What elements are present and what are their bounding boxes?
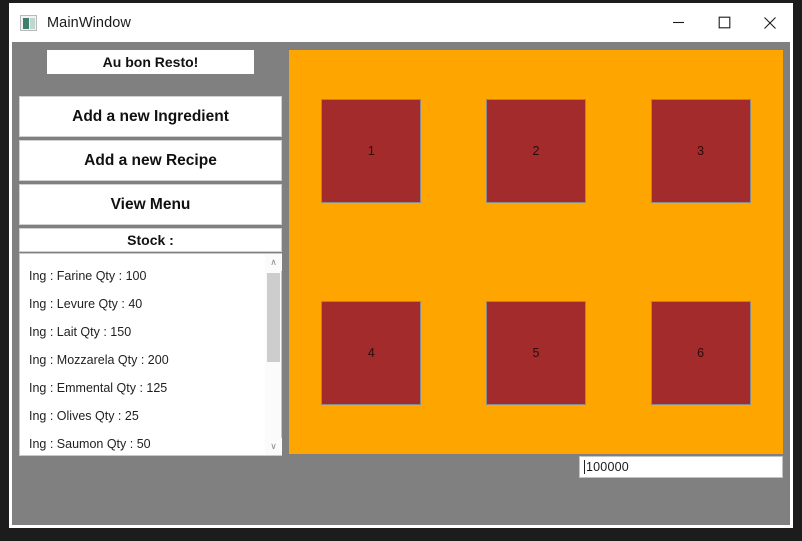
scroll-down-icon[interactable]: ∨: [265, 438, 282, 455]
recipe-canvas: 1 2 3 4 5 6: [289, 50, 783, 454]
text-caret: [584, 460, 585, 474]
recipe-tile[interactable]: 5: [485, 301, 586, 405]
close-button[interactable]: [747, 3, 793, 42]
recipe-tile[interactable]: 6: [650, 301, 751, 405]
sidebar: Au bon Resto! Add a new Ingredient Add a…: [19, 50, 282, 456]
list-item[interactable]: Ing : Saumon Qty : 50: [29, 430, 264, 455]
recipe-tile[interactable]: 4: [321, 301, 422, 405]
stock-list-scrollbar[interactable]: ∧ ∨: [264, 254, 282, 455]
list-item[interactable]: Ing : Olives Qty : 25: [29, 402, 264, 430]
add-ingredient-button[interactable]: Add a new Ingredient: [19, 96, 282, 137]
maximize-icon: [718, 16, 730, 29]
stock-header-label: Stock :: [19, 228, 282, 252]
list-item[interactable]: Ing : Emmental Qty : 125: [29, 374, 264, 402]
title-bar-left: MainWindow: [9, 14, 655, 31]
list-item[interactable]: Ing : Mozzarela Qty : 200: [29, 346, 264, 374]
view-menu-button[interactable]: View Menu: [19, 184, 282, 225]
maximize-button[interactable]: [701, 3, 747, 42]
minimize-button[interactable]: [655, 3, 701, 42]
amount-input[interactable]: 100000: [579, 456, 783, 478]
stock-list[interactable]: Ing : Farine Qty : 100 Ing : Levure Qty …: [20, 254, 264, 455]
recipe-tile[interactable]: 2: [485, 99, 586, 203]
app-window-icon: [20, 14, 37, 31]
window-title: MainWindow: [47, 14, 131, 31]
brand-title: Au bon Resto!: [47, 50, 254, 74]
main-window: MainWindow Au bon Resto! Add a new Ingre…: [9, 3, 793, 528]
title-bar: MainWindow: [9, 3, 793, 42]
close-icon: [764, 16, 776, 29]
scrollbar-thumb[interactable]: [267, 273, 280, 362]
window-controls: [655, 3, 793, 42]
client-area: Au bon Resto! Add a new Ingredient Add a…: [9, 42, 793, 528]
minimize-icon: [672, 21, 684, 24]
add-recipe-button[interactable]: Add a new Recipe: [19, 140, 282, 181]
scroll-up-icon[interactable]: ∧: [265, 254, 282, 271]
list-item[interactable]: Ing : Lait Qty : 150: [29, 318, 264, 346]
amount-input-value: 100000: [586, 460, 629, 474]
recipe-tile[interactable]: 1: [321, 99, 422, 203]
client-background: Au bon Resto! Add a new Ingredient Add a…: [12, 42, 790, 525]
screen: MainWindow Au bon Resto! Add a new Ingre…: [0, 0, 802, 541]
list-item[interactable]: Ing : Levure Qty : 40: [29, 290, 264, 318]
list-item[interactable]: Ing : Farine Qty : 100: [29, 262, 264, 290]
recipe-tile[interactable]: 3: [650, 99, 751, 203]
stock-list-container: Ing : Farine Qty : 100 Ing : Levure Qty …: [19, 253, 282, 456]
